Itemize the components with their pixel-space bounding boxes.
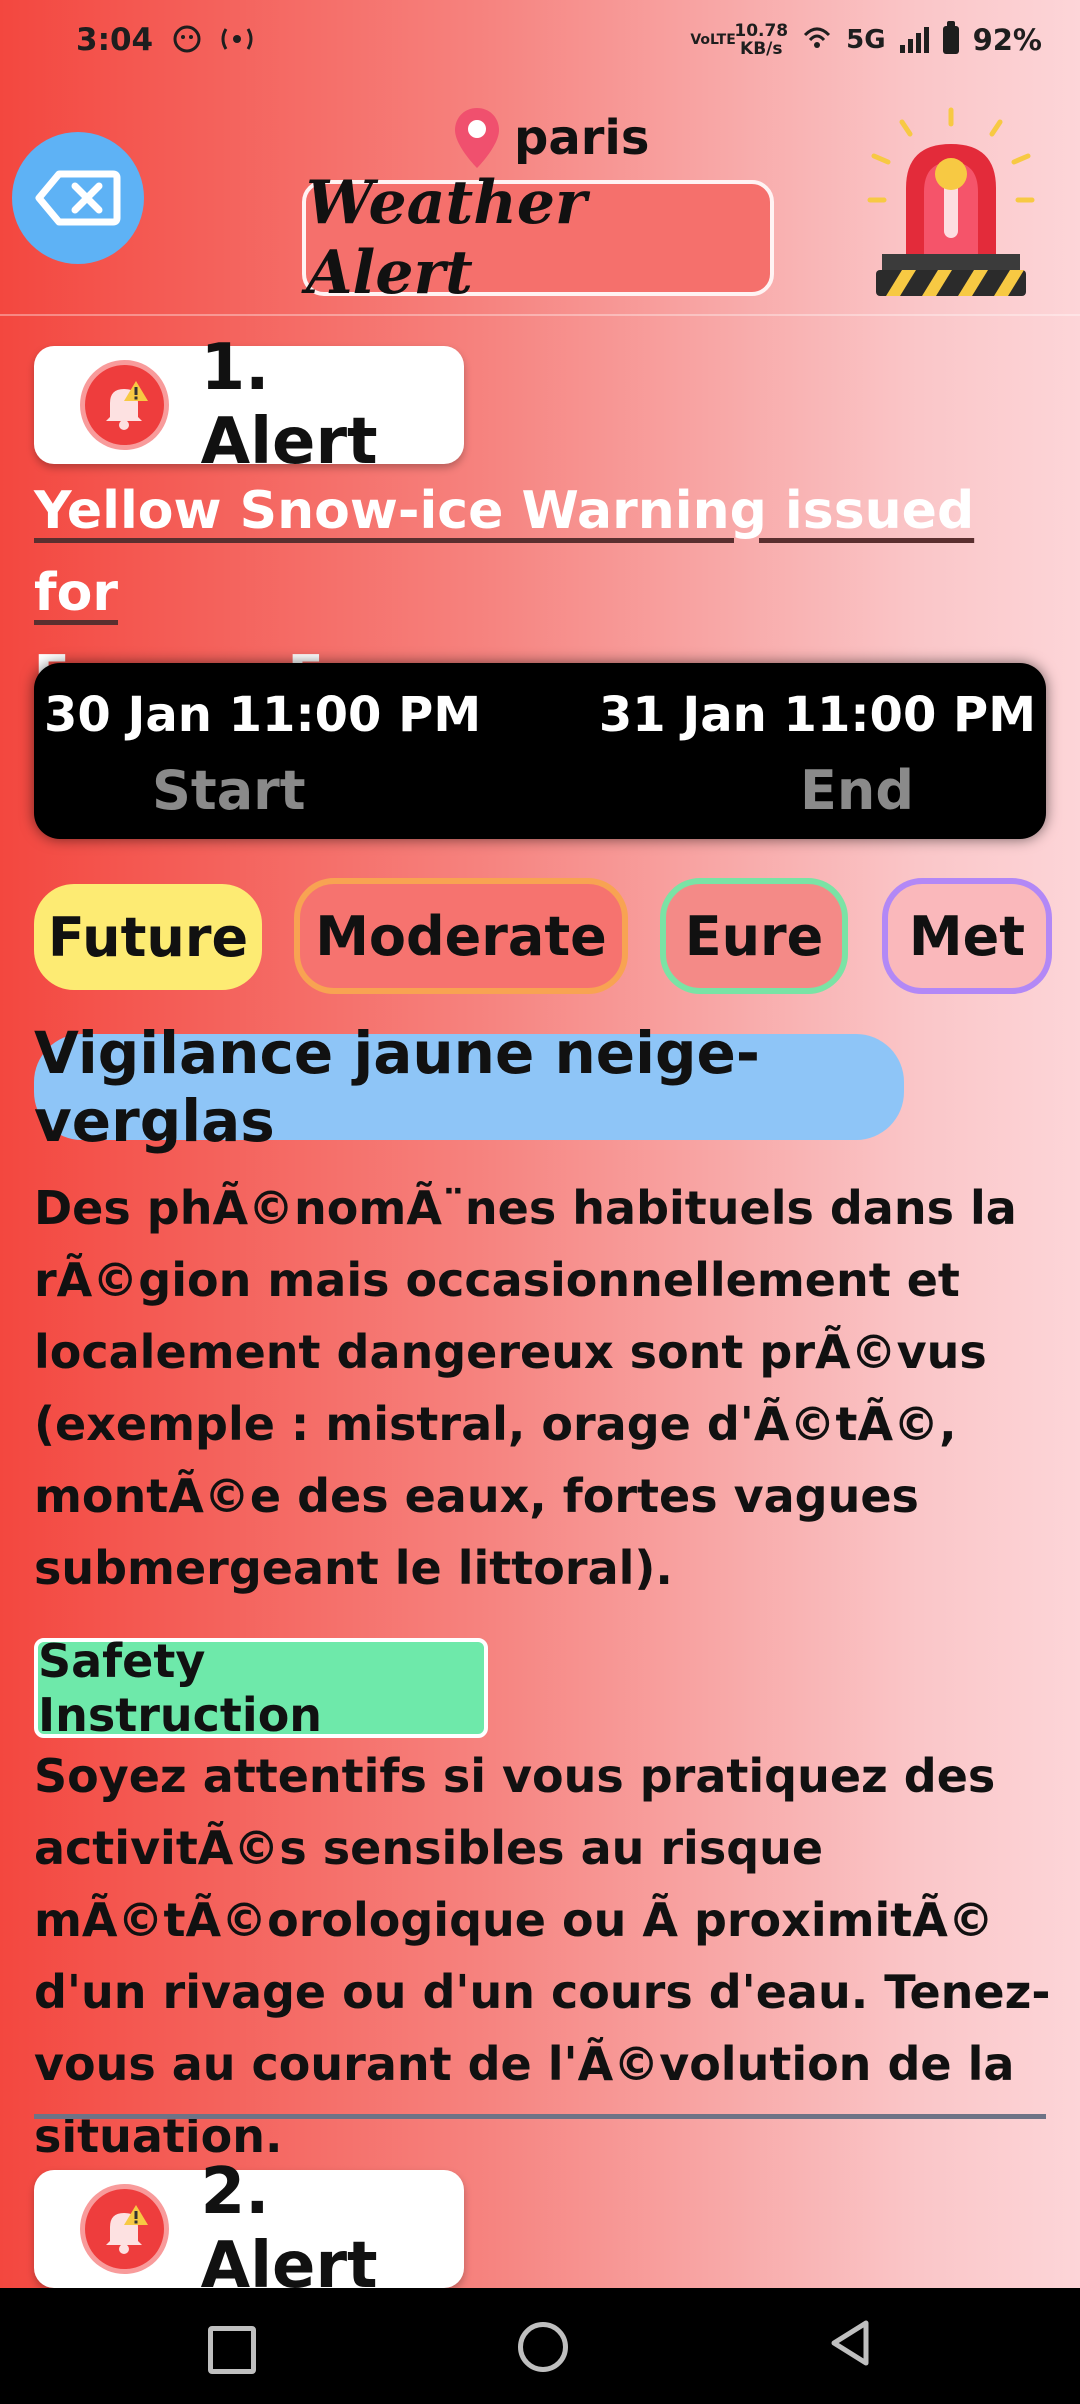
recents-button[interactable] [208, 2326, 256, 2374]
alert-title: 1. Alert [200, 331, 378, 479]
alert-time-range: 30 Jan 11:00 PM 31 Jan 11:00 PM Start En… [34, 663, 1046, 839]
start-time: 30 Jan 11:00 PM [44, 687, 482, 743]
backspace-icon [35, 170, 121, 226]
end-time: 31 Jan 11:00 PM [598, 687, 1036, 743]
back-button[interactable] [12, 132, 144, 264]
signal-icon [899, 27, 929, 53]
alert-description: Des phÃ©nomÃ¨nes habituels dans la rÃ©gi… [34, 1181, 1017, 1595]
system-nav-bar [0, 2288, 1080, 2404]
battery-level: 92% [972, 23, 1042, 57]
siren-icon [862, 104, 1040, 304]
volte-label: VoLTE [690, 32, 736, 48]
start-label: Start [152, 759, 306, 822]
title-text: Weather Alert [306, 168, 587, 308]
back-triangle-icon [831, 2320, 869, 2366]
category-badge: Met [882, 878, 1052, 994]
status-bar: 3:04 VoLTE 10.78 KB/s 5G 92% [0, 0, 1080, 90]
home-button[interactable] [518, 2322, 568, 2372]
area-badge: Eure [660, 878, 848, 994]
headline-line-1: Yellow Snow-ice Warning issued for [34, 481, 975, 623]
net-speed-value: 10.78 [734, 21, 789, 41]
page-title: Weather Alert [302, 168, 774, 308]
end-label: End [800, 759, 914, 822]
hotspot-icon [218, 24, 256, 61]
nav-back-button[interactable] [826, 2318, 872, 2372]
status-time: 3:04 [76, 22, 154, 58]
location-pin-icon [455, 108, 499, 168]
severity-badge: Moderate [294, 878, 628, 994]
event-badge: Vigilance jaune neige-verglas [34, 1019, 904, 1155]
wifi-icon [802, 23, 832, 58]
alert-header-1: 1. Alert [34, 331, 464, 479]
header-divider [0, 314, 1080, 316]
net-speed-unit: KB/s [740, 39, 783, 59]
safety-instruction-text: Soyez attentifs si vous pratiquez des ac… [34, 1749, 1051, 2163]
alert-separator [34, 2114, 1046, 2119]
notification-icon [172, 24, 202, 61]
alert-header-2: 2. Alert [34, 2155, 464, 2303]
safety-instruction-label: Safety Instruction [34, 1634, 488, 1742]
network-type: 5G [846, 25, 886, 55]
battery-icon [942, 21, 959, 54]
net-speed: 10.78 KB/s [734, 22, 788, 58]
location: paris [452, 106, 649, 170]
alert-title: 2. Alert [200, 2155, 378, 2303]
city-name: paris [514, 110, 650, 166]
alert-bell-icon [80, 2184, 169, 2274]
alert-bell-icon [80, 360, 169, 450]
urgency-badge: Future [34, 884, 262, 990]
